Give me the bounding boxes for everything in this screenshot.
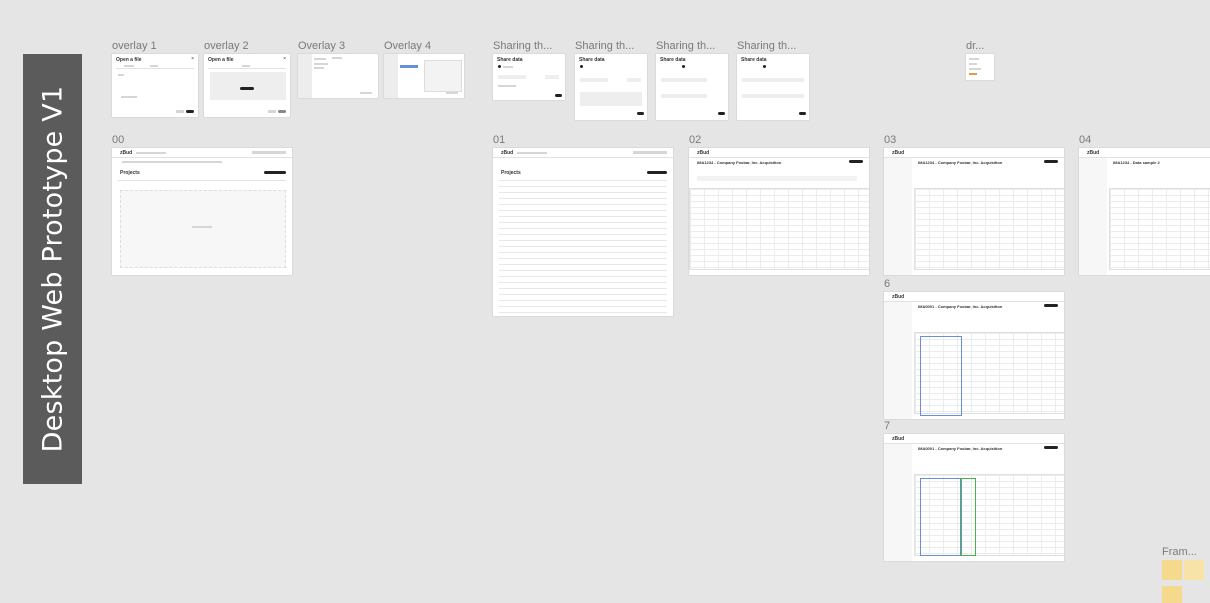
dialog-title: Share data bbox=[660, 57, 686, 63]
column-selection[interactable] bbox=[920, 478, 962, 556]
frame-label-fram[interactable]: Fram... bbox=[1162, 546, 1197, 558]
spreadsheet-grid[interactable] bbox=[689, 188, 869, 270]
column-selection[interactable] bbox=[920, 336, 962, 416]
spreadsheet-grid[interactable] bbox=[1109, 188, 1210, 270]
dialog-title: Share data bbox=[741, 57, 767, 63]
frame-label-overlay-1[interactable]: overlay 1 bbox=[112, 40, 157, 52]
frame-overlay-2[interactable]: Open a file × bbox=[204, 54, 290, 117]
share-button[interactable] bbox=[555, 94, 562, 97]
app-logo: zBud bbox=[892, 436, 905, 442]
app-logo: zBud bbox=[501, 150, 514, 156]
open-button[interactable] bbox=[278, 110, 286, 113]
frame-label-overlay-4[interactable]: Overlay 4 bbox=[384, 40, 431, 52]
share-button[interactable] bbox=[849, 160, 863, 163]
new-project-button[interactable] bbox=[264, 171, 286, 174]
share-button[interactable] bbox=[1044, 160, 1058, 163]
frame-overlay-1[interactable]: Open a file × bbox=[112, 54, 198, 117]
frame-label-00[interactable]: 00 bbox=[112, 134, 124, 146]
dialog-title: Share data bbox=[579, 57, 605, 63]
sticky-note[interactable] bbox=[1162, 586, 1182, 603]
section-title: Projects bbox=[501, 170, 521, 176]
app-logo: zBud bbox=[697, 150, 710, 156]
frame-label-dr[interactable]: dr... bbox=[966, 40, 984, 52]
frame-6[interactable]: zBud IMA0001 - Company Foobar, Inc. Acqu… bbox=[884, 292, 1064, 419]
dialog-title: Share data bbox=[497, 57, 523, 63]
frame-label-04[interactable]: 04 bbox=[1079, 134, 1091, 146]
document-title: IMA1234 - Company Foobar, Inc. Acquisiti… bbox=[697, 160, 782, 165]
document-title: IMA0001 - Company Foobar, Inc. Acquisiti… bbox=[918, 446, 1003, 451]
app-logo: zBud bbox=[892, 294, 905, 300]
share-button[interactable] bbox=[799, 112, 806, 115]
frame-sharing-2[interactable]: Share data bbox=[575, 54, 647, 120]
share-button[interactable] bbox=[637, 112, 644, 115]
frame-label-overlay-2[interactable]: overlay 2 bbox=[204, 40, 249, 52]
frame-04[interactable]: zBud IMA1234 - Data sample 2 bbox=[1079, 148, 1210, 275]
spreadsheet-grid[interactable] bbox=[914, 188, 1064, 270]
upload-button[interactable] bbox=[240, 87, 254, 90]
close-icon[interactable]: × bbox=[191, 56, 194, 62]
frame-overlay-3[interactable] bbox=[298, 54, 378, 98]
frame-sharing-3[interactable]: Share data bbox=[656, 54, 728, 120]
close-icon[interactable]: × bbox=[283, 56, 286, 62]
frame-label-01[interactable]: 01 bbox=[493, 134, 505, 146]
frame-dropdown[interactable] bbox=[966, 54, 994, 80]
frame-overlay-4[interactable] bbox=[384, 54, 464, 98]
share-button[interactable] bbox=[1044, 446, 1058, 449]
app-logo: zBud bbox=[892, 150, 905, 156]
app-logo: zBud bbox=[120, 150, 133, 156]
frame-00[interactable]: zBud Projects bbox=[112, 148, 292, 275]
frame-label-overlay-3[interactable]: Overlay 3 bbox=[298, 40, 345, 52]
project-table[interactable] bbox=[499, 180, 667, 314]
frame-02[interactable]: zBud IMA1234 - Company Foobar, Inc. Acqu… bbox=[689, 148, 869, 275]
app-logo: zBud bbox=[1087, 150, 1100, 156]
sticky-note[interactable] bbox=[1162, 560, 1182, 580]
frame-label-02[interactable]: 02 bbox=[689, 134, 701, 146]
document-title: IMA0001 - Company Foobar, Inc. Acquisiti… bbox=[918, 304, 1003, 309]
frame-label-sharing-1[interactable]: Sharing th... bbox=[493, 40, 552, 52]
frame-03[interactable]: zBud IMA1234 - Company Foobar, Inc. Acqu… bbox=[884, 148, 1064, 275]
frame-sharing-4[interactable]: Share data bbox=[737, 54, 809, 120]
frame-label-7[interactable]: 7 bbox=[884, 420, 890, 432]
frame-label-sharing-3[interactable]: Sharing th... bbox=[656, 40, 715, 52]
frame-label-sharing-4[interactable]: Sharing th... bbox=[737, 40, 796, 52]
frame-label-03[interactable]: 03 bbox=[884, 134, 896, 146]
open-button[interactable] bbox=[186, 110, 194, 113]
column-selection-target[interactable] bbox=[960, 478, 976, 556]
frame-label-6[interactable]: 6 bbox=[884, 278, 890, 290]
page-title: Desktop Web Prototype V1 bbox=[37, 85, 68, 453]
section-title: Projects bbox=[120, 170, 140, 176]
sticky-note[interactable] bbox=[1184, 560, 1204, 580]
document-title: IMA1234 - Data sample 2 bbox=[1113, 160, 1160, 165]
page-title-banner: Desktop Web Prototype V1 bbox=[23, 54, 82, 484]
share-button[interactable] bbox=[1044, 304, 1058, 307]
frame-label-sharing-2[interactable]: Sharing th... bbox=[575, 40, 634, 52]
dialog-title: Open a file bbox=[208, 57, 234, 63]
frame-01[interactable]: zBud Projects bbox=[493, 148, 673, 316]
share-button[interactable] bbox=[718, 112, 725, 115]
frame-sharing-1[interactable]: Share data bbox=[493, 54, 565, 100]
dialog-title: Open a file bbox=[116, 57, 142, 63]
document-title: IMA1234 - Company Foobar, Inc. Acquisiti… bbox=[918, 160, 1003, 165]
frame-7[interactable]: zBud IMA0001 - Company Foobar, Inc. Acqu… bbox=[884, 434, 1064, 561]
new-project-button[interactable] bbox=[647, 171, 667, 174]
